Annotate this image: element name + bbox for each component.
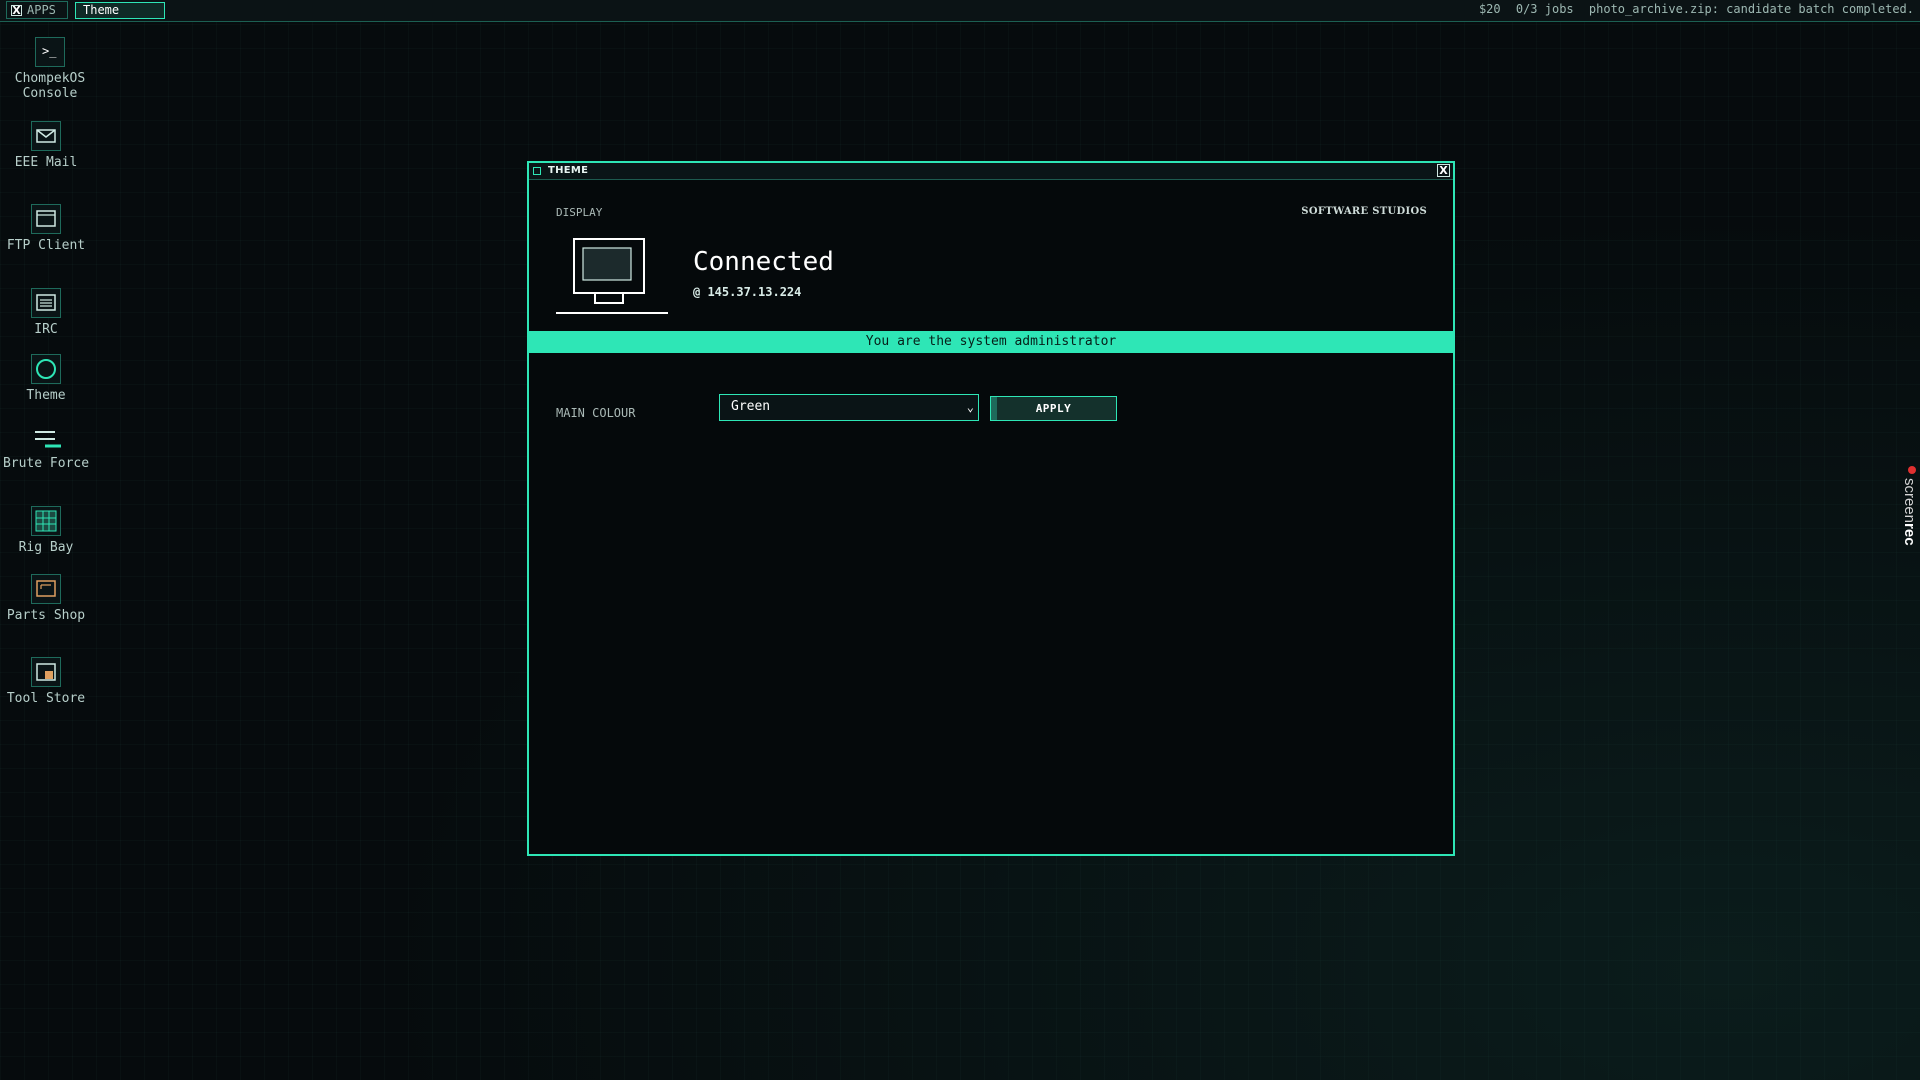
notification-message: photo_archive.zip: candidate batch compl… [1588,2,1914,16]
apps-menu-button[interactable]: X APPS [6,1,68,19]
brute-force-icon [31,422,61,452]
desktop-icon-rig-bay[interactable]: Rig Bay [1,506,91,555]
desktop-icon-console[interactable]: >_ ChompekOS Console [5,37,95,101]
close-icon: X [11,3,22,17]
desktop-icon-mail[interactable]: EEE Mail [1,121,91,170]
desktop-icon-label: FTP Client [6,238,86,253]
desktop-icon-label: Tool Store [6,691,86,706]
desktop-icon-label: Brute Force [2,456,90,471]
desktop-icon-theme[interactable]: Theme [1,354,91,403]
taskbar-item-theme[interactable]: Theme [75,2,165,19]
chat-icon [31,288,61,318]
apps-label: APPS [27,3,56,17]
window-icon [533,167,541,175]
monitor-icon [556,238,668,314]
desktop-icon-label: IRC [34,322,58,337]
desktop-icon-ftp[interactable]: FTP Client [1,204,91,253]
selected-colour: Green [731,399,771,414]
apply-button[interactable]: APPLY [990,396,1117,421]
screenrec-logo: screenrec [1901,478,1918,546]
chevron-down-icon: ⌄ [966,400,974,414]
desktop-icon-label: Parts Shop [6,608,86,623]
terminal-icon: >_ [35,37,65,67]
theme-window: THEME X DISPLAY SOFTWARE STUDIOS Connect… [527,161,1455,856]
desktop-icon-label: ChompekOS Console [14,71,86,101]
mail-icon [31,121,61,151]
desktop-icon-tool-store[interactable]: Tool Store [1,657,91,706]
connection-ip: @ 145.37.13.224 [693,285,802,299]
money-display: $20 [1478,2,1501,16]
desktop-icon-parts-shop[interactable]: Parts Shop [1,574,91,623]
display-label: DISPLAY [556,206,603,219]
jobs-counter[interactable]: 0/3 jobs [1516,2,1574,16]
admin-banner: You are the system administrator [529,331,1453,353]
theme-icon [31,354,61,384]
parts-icon [31,574,61,604]
main-colour-label: MAIN COLOUR [556,406,636,420]
tool-store-icon [31,657,61,687]
status-area: $20 0/3 jobs photo_archive.zip: candidat… [1471,2,1914,16]
screenrec-widget[interactable]: screenrec [1901,466,1920,566]
main-colour-select[interactable]: Green ⌄ [719,394,979,421]
record-icon [1908,466,1916,474]
desktop-icon-label: EEE Mail [14,155,78,170]
taskbar: X APPS Theme $20 0/3 jobs photo_archive.… [0,0,1920,22]
close-button[interactable]: X [1437,164,1450,177]
desktop-icon-label: Rig Bay [18,540,74,555]
ftp-icon [31,204,61,234]
window-title-bar[interactable]: THEME X [529,163,1453,180]
window-title: THEME [548,165,589,176]
rig-icon [31,506,61,536]
desktop-icon-label: Theme [26,388,66,403]
desktop-icon-brute-force[interactable]: Brute Force [1,422,91,471]
vendor-label: SOFTWARE STUDIOS [1301,206,1427,217]
desktop-icon-irc[interactable]: IRC [1,288,91,337]
connection-status: Connected [693,247,834,277]
